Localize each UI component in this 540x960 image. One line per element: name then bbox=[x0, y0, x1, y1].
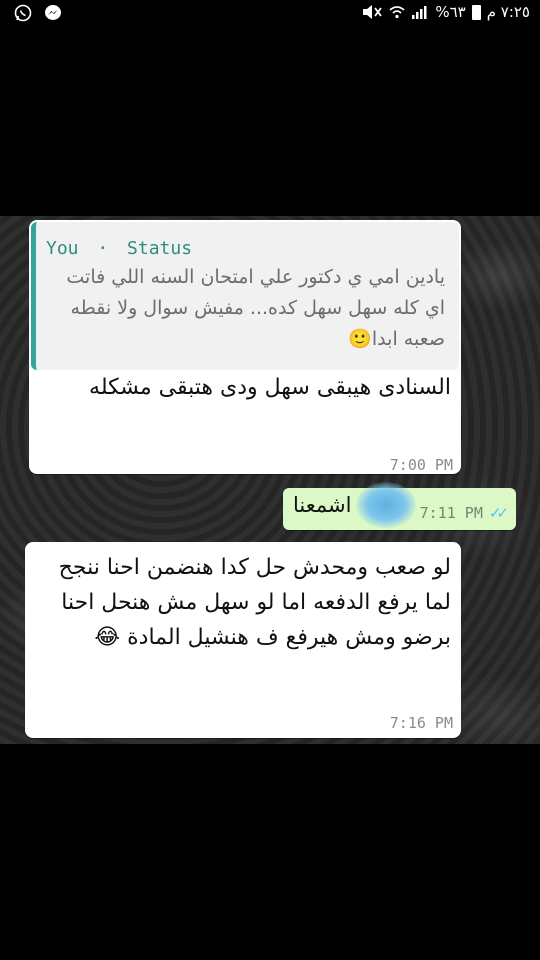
status-bar: %٦٣ ٧:٢٥ م bbox=[0, 0, 540, 28]
chat-area[interactable]: You · Status يادين امي ي دكتور علي امتحا… bbox=[0, 216, 540, 744]
wifi-icon bbox=[389, 5, 405, 19]
message-text: السنادى هيبقى سهل ودى هتبقى مشكله bbox=[89, 375, 451, 400]
incoming-message[interactable]: لو صعب ومحدش حل كدا هنضمن احنا ننجح لما … bbox=[25, 542, 461, 738]
outgoing-message[interactable]: اشمعنا 7:11 PM ✓✓ bbox=[283, 482, 516, 530]
message-time: 7:16 PM bbox=[389, 714, 453, 732]
message-text: لو صعب ومحدش حل كدا هنضمن احنا ننجح لما … bbox=[58, 555, 451, 650]
battery-percent: %٦٣ bbox=[435, 3, 466, 21]
mute-icon bbox=[361, 4, 383, 20]
quoted-status-reply[interactable]: You · Status يادين امي ي دكتور علي امتحا… bbox=[31, 222, 459, 370]
message-meta: 7:11 PM ✓✓ bbox=[419, 504, 509, 522]
messenger-icon bbox=[44, 4, 62, 22]
status-left-icons bbox=[14, 4, 62, 22]
quote-source: Status bbox=[127, 238, 193, 259]
quote-text: يادين امي ي دكتور علي امتحان السنه اللي … bbox=[66, 266, 445, 350]
clock: ٧:٢٥ م bbox=[486, 3, 530, 21]
signal-icon bbox=[411, 5, 429, 19]
quote-header: You · Status bbox=[46, 238, 192, 259]
status-right-icons: %٦٣ ٧:٢٥ م bbox=[361, 3, 530, 21]
quote-sender: You bbox=[46, 238, 79, 259]
read-receipt-icon: ✓✓ bbox=[488, 504, 509, 522]
battery-icon bbox=[471, 4, 481, 20]
blur-overlay bbox=[356, 482, 416, 528]
whatsapp-icon bbox=[14, 4, 32, 22]
message-time: 7:11 PM bbox=[419, 504, 483, 522]
quote-separator: · bbox=[97, 238, 109, 259]
message-text: اشمعنا bbox=[293, 493, 352, 517]
incoming-message[interactable]: You · Status يادين امي ي دكتور علي امتحا… bbox=[29, 220, 461, 474]
message-time: 7:00 PM bbox=[389, 456, 453, 474]
